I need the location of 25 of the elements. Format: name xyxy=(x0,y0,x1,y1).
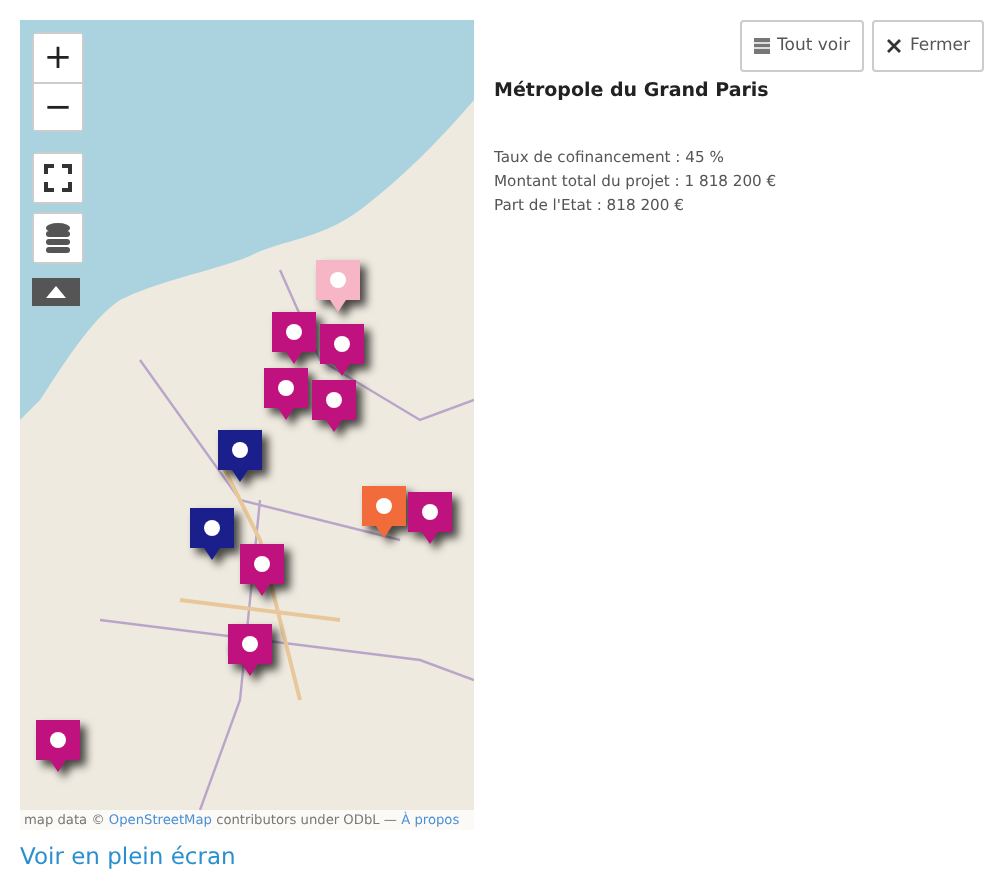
map-marker[interactable] xyxy=(320,324,364,376)
map-marker[interactable] xyxy=(316,260,360,312)
show-all-button[interactable]: Tout voir xyxy=(739,20,864,72)
map-marker[interactable] xyxy=(362,486,406,538)
map-marker[interactable] xyxy=(36,720,80,772)
map-marker[interactable] xyxy=(408,492,452,544)
map-marker[interactable] xyxy=(190,508,234,560)
list-icon xyxy=(753,38,770,54)
map-marker[interactable] xyxy=(228,624,272,676)
triangle-up-icon xyxy=(46,286,66,298)
close-icon xyxy=(885,38,902,54)
layers-button[interactable] xyxy=(34,214,82,262)
database-icon xyxy=(46,222,70,254)
panel-title: Métropole du Grand Paris xyxy=(494,80,771,102)
collapse-button[interactable] xyxy=(32,278,80,306)
fullscreen-icon xyxy=(44,164,72,192)
close-button[interactable]: Fermer xyxy=(871,20,984,72)
fullscreen-button[interactable] xyxy=(34,154,82,202)
fullscreen-link[interactable]: Voir en plein écran xyxy=(20,842,474,870)
map-marker[interactable] xyxy=(264,368,308,420)
map-marker[interactable] xyxy=(272,312,316,364)
map-marker[interactable] xyxy=(218,430,262,482)
map-marker[interactable] xyxy=(312,380,356,432)
zoom-out-button[interactable]: − xyxy=(34,82,82,130)
map-marker[interactable] xyxy=(240,544,284,596)
